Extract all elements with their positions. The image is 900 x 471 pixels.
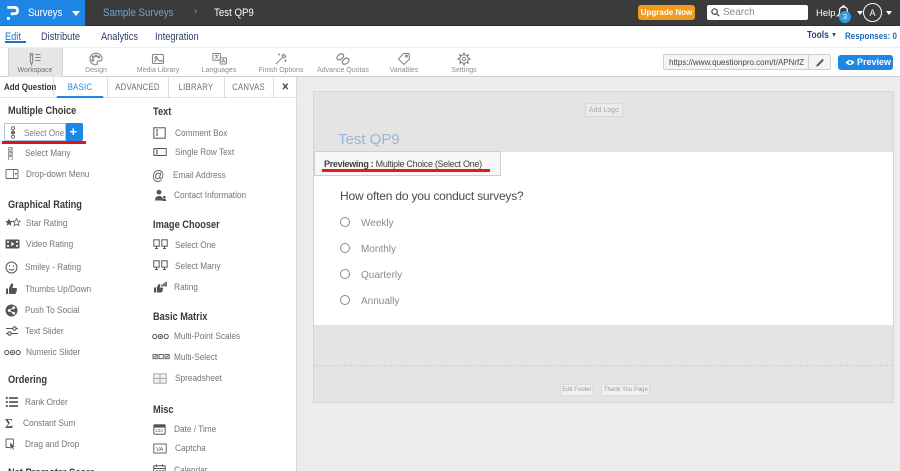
svg-text:123: 123 bbox=[155, 428, 163, 433]
svg-text:VA: VA bbox=[156, 447, 163, 453]
